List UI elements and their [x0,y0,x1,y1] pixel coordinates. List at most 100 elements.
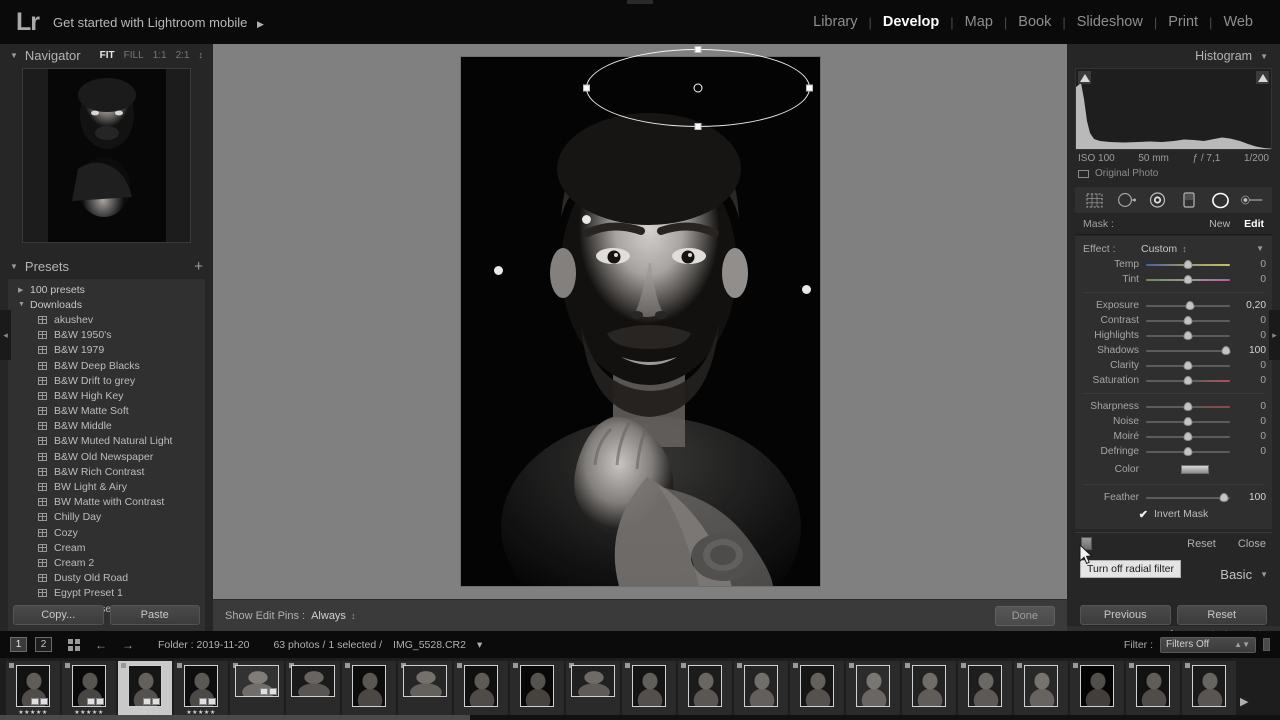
preset-item[interactable]: B&W Muted Natural Light [8,434,205,449]
reset-button[interactable]: Reset [1176,605,1267,625]
slider-track[interactable] [1146,401,1230,412]
slider-row-clarity[interactable]: Clarity 0 [1075,358,1272,373]
disclosure-triangle-icon[interactable]: ▶ [18,286,30,294]
slider-knob[interactable] [1183,376,1193,385]
thumbnail-flag-icon[interactable] [1129,663,1134,668]
done-button[interactable]: Done [994,605,1055,626]
presets-header[interactable]: ▼ Presets + [0,255,213,277]
slider-row-highlights[interactable]: Highlights 0 [1075,328,1272,343]
slider-knob[interactable] [1221,346,1231,355]
preset-item[interactable]: B&W Deep Blacks [8,358,205,373]
slider-knob[interactable] [1183,275,1193,284]
preset-item[interactable]: Chilly Day [8,510,205,525]
filmstrip-thumbnail[interactable] [1070,661,1124,719]
filmstrip-thumbnail[interactable] [342,661,396,719]
thumbnail-flag-icon[interactable] [1017,663,1022,668]
copy-button[interactable]: Copy... [13,605,104,625]
preset-item[interactable]: B&W Old Newspaper [8,449,205,464]
slider-track[interactable] [1146,315,1230,326]
folder-label[interactable]: Folder : 2019-11-20 [158,639,249,651]
filmstrip-thumbnail[interactable] [678,661,732,719]
chevron-down-icon[interactable]: ▼ [10,262,18,271]
module-map[interactable]: Map [954,14,1004,30]
histogram-graph[interactable] [1075,68,1272,150]
slider-row-moir-[interactable]: Moiré 0 [1075,429,1272,444]
image-canvas[interactable] [213,44,1067,599]
filename-dropdown-arrow-icon[interactable]: ▾ [477,639,482,651]
filmstrip-thumbnail[interactable] [1126,661,1180,719]
thumbnail-badges[interactable] [143,698,160,705]
slider-row-exposure[interactable]: Exposure 0,20 [1075,298,1272,313]
page-1-button[interactable]: 1 [10,637,27,652]
previous-button[interactable]: Previous [1080,605,1171,625]
slider-row-shadows[interactable]: Shadows 100 [1075,343,1272,358]
preset-item[interactable]: BW Light & Airy [8,479,205,494]
preset-item[interactable]: Cozy [8,525,205,540]
filmstrip-next-arrow-icon[interactable]: ▶ [1240,695,1248,708]
shadow-clipping-indicator[interactable] [1078,71,1091,84]
filmstrip[interactable]: ★★★★★ ★★★★★ ★★★★★ ★★★★★ ▶ [0,658,1280,720]
chevron-down-icon[interactable]: ▼ [10,51,18,60]
slider-knob[interactable] [1183,260,1193,269]
thumbnail-badges[interactable] [260,688,277,695]
effect-menu-arrow-icon[interactable]: ▼ [1256,244,1264,253]
radial-handle-top[interactable] [694,46,701,53]
thumbnail-badges[interactable] [199,698,216,705]
slider-track[interactable] [1146,446,1230,457]
red-eye-correction-icon[interactable] [1147,191,1169,209]
filmstrip-thumbnail[interactable] [622,661,676,719]
filmstrip-thumbnail[interactable] [790,661,844,719]
thumbnail-flag-icon[interactable] [737,663,742,668]
slider-knob[interactable] [1185,301,1195,310]
get-started-message[interactable]: Get started with Lightroom mobile ▶ [53,15,264,30]
slider-track[interactable] [1146,330,1230,341]
module-print[interactable]: Print [1157,14,1209,30]
thumbnail-flag-icon[interactable] [849,663,854,668]
paste-button[interactable]: Paste [109,605,200,625]
effect-value[interactable]: Custom [1141,243,1177,255]
slider-track[interactable] [1146,416,1230,427]
show-edit-pins-stepper-icon[interactable]: ↕ [351,611,356,621]
slider-track[interactable] [1146,345,1231,356]
filmstrip-thumbnail[interactable] [566,661,620,719]
adjustment-brush-icon[interactable] [1241,191,1263,209]
thumbnail-flag-icon[interactable] [1185,663,1190,668]
module-web[interactable]: Web [1212,14,1264,30]
mask-new-button[interactable]: New [1209,218,1230,230]
highlight-clipping-indicator[interactable] [1256,71,1269,84]
thumbnail-flag-icon[interactable] [345,663,350,668]
filmstrip-thumbnail[interactable] [510,661,564,719]
module-slideshow[interactable]: Slideshow [1066,14,1154,30]
preset-item[interactable]: Cream [8,540,205,555]
page-2-button[interactable]: 2 [35,637,52,652]
grid-view-icon[interactable] [68,638,80,651]
slider-knob[interactable] [1183,432,1193,441]
filmstrip-thumbnail[interactable] [958,661,1012,719]
preset-item[interactable]: Cream 2 [8,555,205,570]
thumbnail-flag-icon[interactable] [1073,663,1078,668]
slider-knob[interactable] [1183,316,1193,325]
slider-row-saturation[interactable]: Saturation 0 [1075,373,1272,388]
color-swatch[interactable] [1181,464,1209,474]
zoom-2-1[interactable]: 2:1 [176,50,190,61]
zoom-fill[interactable]: FILL [124,50,144,61]
filter-stepper-icon[interactable]: ▲▼ [1234,640,1250,649]
slider-row-noise[interactable]: Noise 0 [1075,414,1272,429]
preset-item[interactable]: B&W Rich Contrast [8,464,205,479]
filmstrip-thumbnail[interactable] [286,661,340,719]
feather-knob[interactable] [1219,493,1229,502]
slider-knob[interactable] [1183,331,1193,340]
navigator-header[interactable]: ▼ Navigator FIT FILL 1:1 2:1 ↕ [0,44,213,66]
thumbnail-flag-icon[interactable] [121,663,126,668]
previous-photo-arrow-icon[interactable]: ← [95,638,107,652]
chevron-down-icon[interactable]: ▼ [1260,570,1268,579]
add-preset-icon[interactable]: + [194,258,203,275]
feather-track[interactable] [1146,492,1230,503]
current-filename[interactable]: IMG_5528.CR2 [393,639,466,651]
crop-overlay-icon[interactable] [1084,191,1106,209]
thumbnail-flag-icon[interactable] [9,663,14,668]
checkmark-icon[interactable]: ✔ [1139,508,1148,521]
left-panel-collapse-arrow[interactable]: ◂ [0,310,11,360]
develop-badge-icon[interactable] [269,688,277,695]
filmstrip-scrollbar-thumb[interactable] [0,715,470,720]
